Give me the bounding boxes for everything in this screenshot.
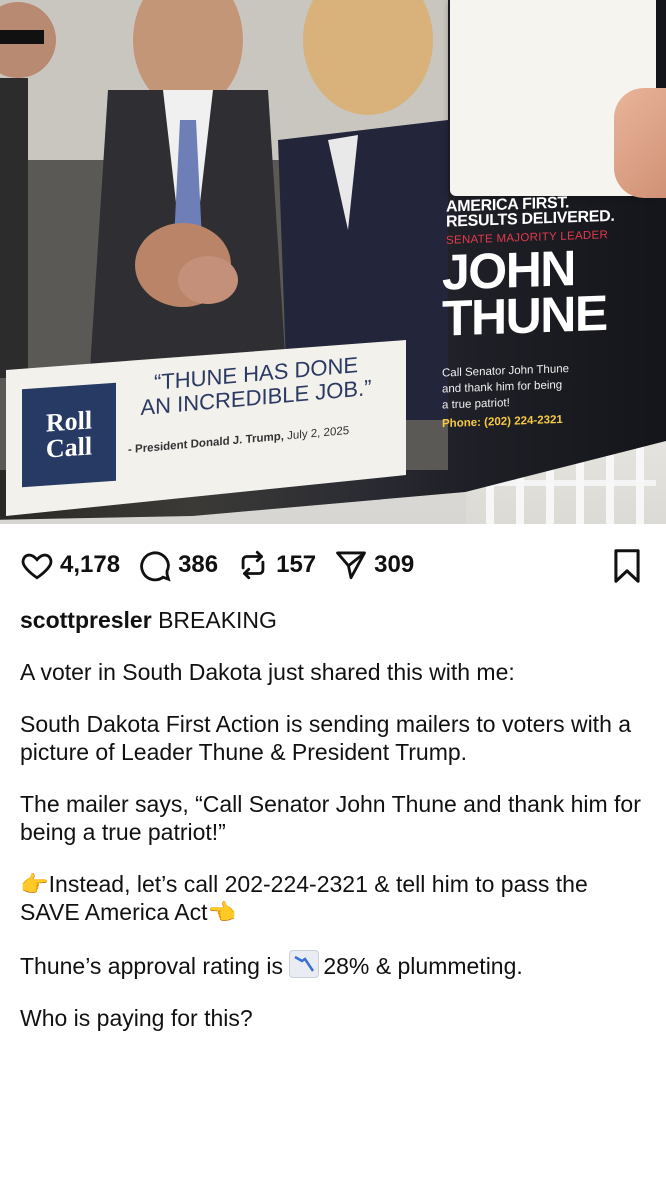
mailer-text-panel: AMERICA FIRST. RESULTS DELIVERED. SENATE… [440,194,654,456]
caption-paragraph: 👉Instead, let’s call 202-224-2321 & tell… [20,871,588,925]
comment-count: 386 [178,551,219,578]
mailer-headline: AMERICA FIRST. RESULTS DELIVERED. [446,192,656,230]
post-caption: scottpresler BREAKING A voter in South D… [0,606,666,1032]
mailer-name: JOHN THUNE [442,240,652,347]
chart-decreasing-icon [289,950,320,978]
mailer-phone: Phone: (202) 224-2321 [442,413,563,431]
share-count: 309 [374,551,415,578]
approval-prefix: Thune’s approval rating is [20,953,290,979]
mailer-callout: Call Senator John Thune and thank him fo… [442,359,642,414]
comment-bubble-icon [140,551,171,582]
approval-suffix: 28% & plummeting. [323,953,523,979]
caption-paragraph: Who is paying for this? [20,1005,253,1031]
roll-call-logo: Roll Call [22,382,116,488]
send-icon [336,551,367,580]
caption-first-word: BREAKING [158,607,277,633]
like-button[interactable]: 4,178 [20,548,120,582]
approval-paragraph: Thune’s approval rating is 28% & plummet… [20,950,646,980]
roll-call-line-2: Call [45,431,93,464]
mailer: AMERICA FIRST. RESULTS DELIVERED. SENATE… [0,0,666,520]
caption-paragraph: A voter in South Dakota just shared this… [20,659,515,685]
repost-button[interactable]: 157 [236,548,316,582]
username-link[interactable]: scottpresler [20,607,152,633]
caption-paragraph: South Dakota First Action is sending mai… [20,711,632,765]
repost-icon [241,550,265,580]
holding-thumb [614,88,666,198]
post-image[interactable]: AMERICA FIRST. RESULTS DELIVERED. SENATE… [0,0,666,524]
share-button[interactable]: 309 [334,548,414,582]
caption-paragraph: The mailer says, “Call Senator John Thun… [20,791,641,845]
action-bar: 4,178 386 157 309 [0,524,666,606]
repost-count: 157 [276,551,317,578]
name-line-2: THUNE [442,284,607,347]
comment-button[interactable]: 386 [138,548,218,582]
bookmark-icon[interactable] [610,548,644,584]
caption-header: scottpresler BREAKING [20,606,646,634]
like-count: 4,178 [60,551,121,578]
heart-icon [21,553,53,580]
